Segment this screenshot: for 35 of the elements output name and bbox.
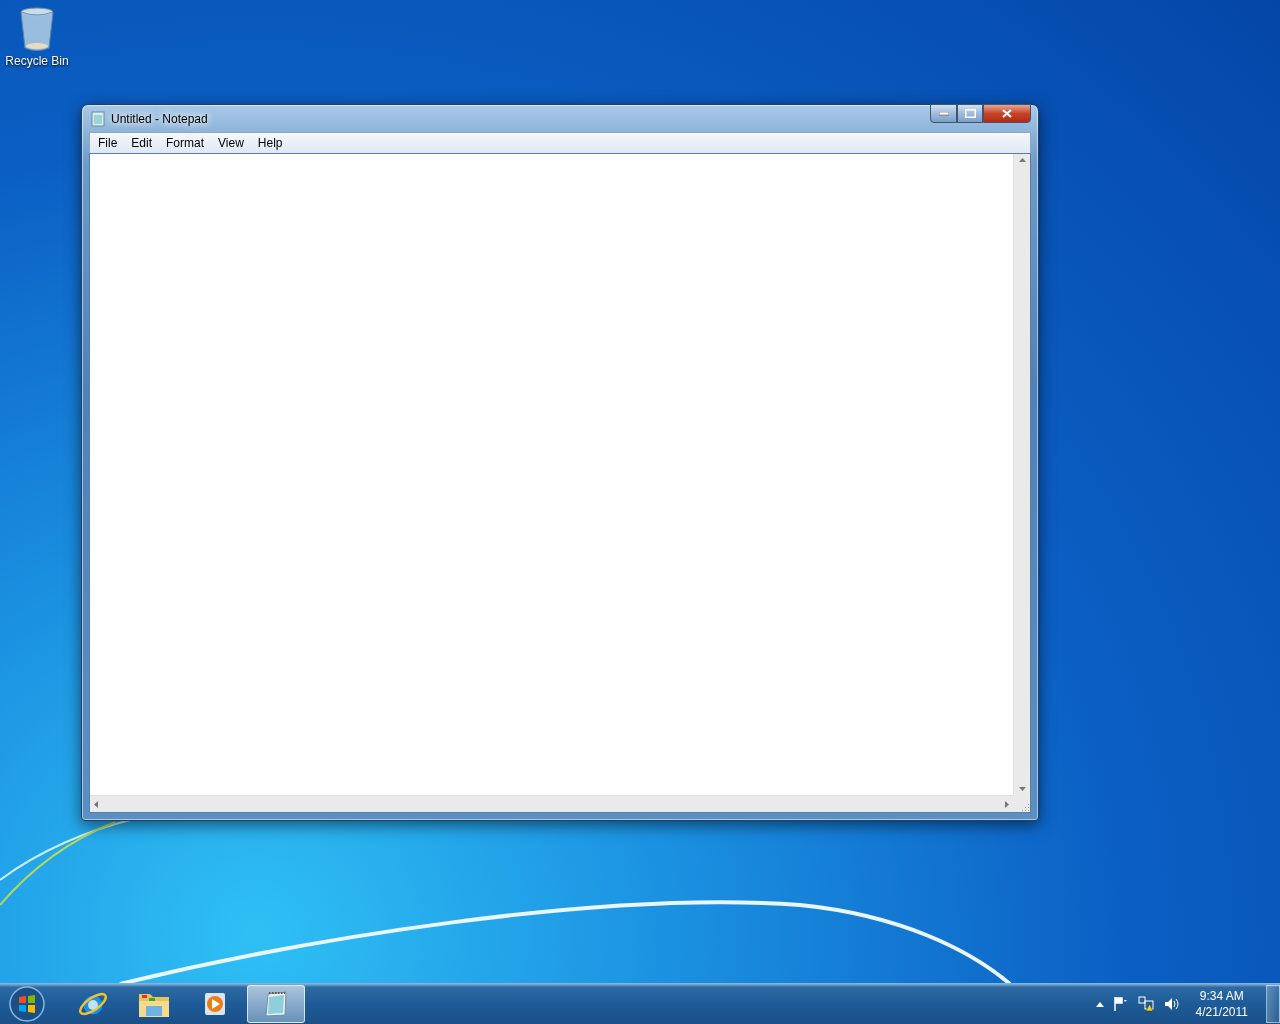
resize-grip-icon[interactable] (1020, 802, 1030, 812)
vertical-scrollbar[interactable] (1013, 154, 1030, 795)
menu-item[interactable]: File (91, 135, 125, 151)
scroll-up-icon (1018, 158, 1026, 162)
network-warning-icon (1137, 996, 1154, 1012)
minimize-button[interactable] (930, 104, 957, 123)
maximize-icon (964, 109, 976, 118)
flag-button[interactable] (1113, 997, 1128, 1011)
menu-item[interactable]: Edit (124, 135, 160, 151)
clock[interactable]: 9:34 AM 4/21/2011 (1189, 988, 1256, 1020)
show-desktop-button[interactable] (1266, 985, 1280, 1023)
up-arrow-icon (1095, 1001, 1104, 1007)
menu-item[interactable]: View (211, 135, 251, 151)
close-icon (1002, 109, 1012, 118)
menu-item[interactable]: Help (250, 135, 290, 151)
desktop-icon-label: Recycle Bin (5, 54, 69, 68)
minimize-icon (938, 111, 949, 116)
recycle-bin-icon[interactable] (19, 6, 55, 52)
taskbar-button[interactable] (247, 985, 305, 1023)
clock-date: 4/21/2011 (1195, 1004, 1248, 1020)
scroll-down-icon (1018, 787, 1026, 791)
close-button[interactable] (983, 104, 1031, 123)
volume-button[interactable] (1163, 997, 1180, 1011)
flag-icon (1113, 997, 1128, 1011)
window-title: Untitled - Notepad (111, 111, 209, 126)
horizontal-scrollbar[interactable] (90, 795, 1013, 812)
clock-time: 9:34 AM (1199, 988, 1244, 1004)
maximize-button[interactable] (957, 104, 983, 123)
show-hidden-icons-button[interactable] (1095, 1001, 1104, 1007)
network-button[interactable] (1137, 996, 1154, 1012)
notepad-icon (91, 110, 105, 127)
scroll-left-icon (94, 800, 98, 808)
menu-item[interactable]: Format (159, 135, 212, 151)
speaker-icon (1163, 997, 1180, 1011)
scroll-right-icon (1005, 800, 1009, 808)
